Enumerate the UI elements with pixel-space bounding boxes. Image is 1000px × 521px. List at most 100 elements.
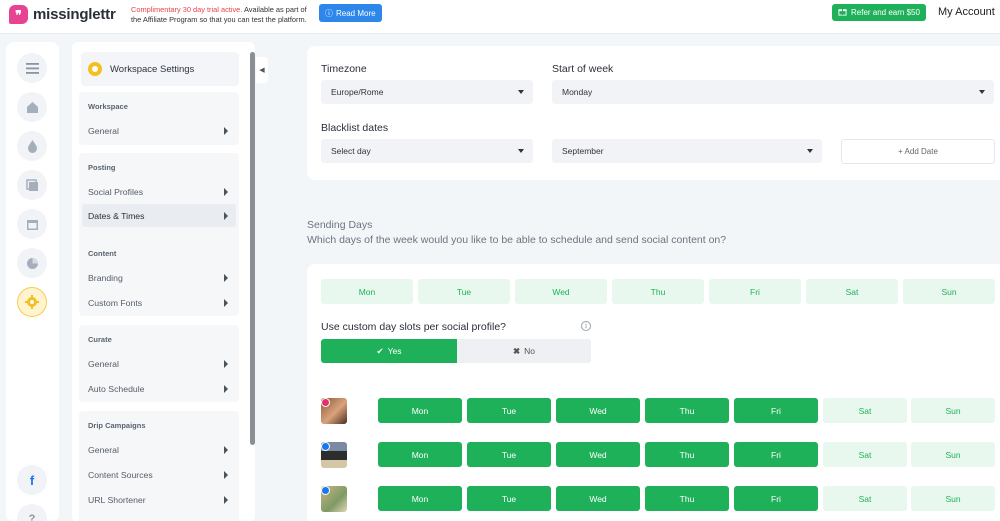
yes-label: Yes bbox=[387, 346, 402, 356]
info-icon[interactable]: i bbox=[581, 321, 591, 331]
read-more-button[interactable]: ⓘ Read More bbox=[319, 4, 382, 22]
add-date-button[interactable]: + Add Date bbox=[841, 139, 995, 164]
facebook-icon[interactable]: f bbox=[17, 465, 47, 495]
sidebar-scrollbar[interactable] bbox=[250, 52, 255, 445]
sidebar-item-label: Social Profiles bbox=[88, 186, 144, 197]
calendar-icon[interactable] bbox=[17, 209, 47, 239]
profile-day-wed[interactable]: Wed bbox=[556, 486, 640, 511]
profile-day-fri[interactable]: Fri bbox=[734, 442, 818, 467]
dropdown-arrow-icon bbox=[518, 149, 524, 153]
chart-icon[interactable] bbox=[17, 248, 47, 278]
global-day-thu[interactable]: Thu bbox=[612, 279, 704, 304]
global-day-sun[interactable]: Sun bbox=[903, 279, 995, 304]
sidebar-item-dates-times[interactable]: Dates & Times bbox=[82, 204, 236, 227]
caret-right-icon bbox=[224, 212, 228, 220]
global-day-fri[interactable]: Fri bbox=[709, 279, 801, 304]
profile-avatar bbox=[321, 486, 347, 512]
x-icon: ✖ bbox=[513, 345, 521, 356]
logo-icon: ❞ bbox=[9, 5, 28, 24]
global-day-mon[interactable]: Mon bbox=[321, 279, 413, 304]
trial-notice: Complimentary 30 day trial active. Avail… bbox=[131, 5, 313, 25]
sidebar-item-custom-fonts[interactable]: Custom Fonts bbox=[82, 291, 236, 314]
sidebar-item-branding[interactable]: Branding bbox=[82, 266, 236, 289]
group-drip-campaigns: Drip Campaigns General Content Sources U… bbox=[79, 411, 239, 521]
group-title: Curate bbox=[88, 335, 112, 344]
trial-highlight: Complimentary 30 day trial active. bbox=[131, 5, 243, 14]
profile-day-sun[interactable]: Sun bbox=[911, 398, 995, 423]
sidebar-item-curate-general[interactable]: General bbox=[82, 352, 236, 375]
start-of-week-select[interactable]: Monday bbox=[552, 80, 994, 104]
blacklist-day-value: Select day bbox=[331, 146, 371, 156]
global-day-tue[interactable]: Tue bbox=[418, 279, 510, 304]
profile-day-tue[interactable]: Tue bbox=[467, 486, 551, 511]
group-title: Drip Campaigns bbox=[88, 421, 146, 430]
brand-logo[interactable]: ❞ missinglettr bbox=[9, 5, 116, 24]
blacklist-dates-label: Blacklist dates bbox=[321, 122, 389, 134]
sidebar-item-url-shortener[interactable]: URL Shortener bbox=[82, 488, 236, 511]
profile-day-sat[interactable]: Sat bbox=[823, 398, 907, 423]
info-circle-icon: ⓘ bbox=[325, 8, 333, 18]
profile-day-mon[interactable]: Mon bbox=[378, 398, 462, 423]
sidebar-item-social-profiles[interactable]: Social Profiles bbox=[82, 180, 236, 203]
sidebar-item-label: Dates & Times bbox=[88, 210, 145, 221]
help-icon[interactable]: ? bbox=[17, 504, 47, 521]
timezone-select[interactable]: Europe/Rome bbox=[321, 80, 533, 104]
custom-slots-no-button[interactable]: ✖ No bbox=[457, 339, 591, 363]
sidebar-item-drip-general[interactable]: General bbox=[82, 438, 236, 461]
my-account-link[interactable]: My Account bbox=[938, 6, 995, 18]
profile-avatar bbox=[321, 398, 347, 424]
blacklist-month-select[interactable]: September bbox=[552, 139, 822, 163]
workspace-settings-header: Workspace Settings bbox=[81, 52, 239, 86]
collapse-sidebar-button[interactable]: ◀ bbox=[256, 57, 268, 83]
settings-gear-icon bbox=[88, 62, 102, 76]
profile-day-thu[interactable]: Thu bbox=[645, 442, 729, 467]
profile-day-thu[interactable]: Thu bbox=[645, 398, 729, 423]
profile-day-tue[interactable]: Tue bbox=[467, 442, 551, 467]
sidebar-item-label: General bbox=[88, 125, 119, 136]
profile-day-sat[interactable]: Sat bbox=[823, 442, 907, 467]
timezone-label: Timezone bbox=[321, 63, 367, 75]
profile-day-mon[interactable]: Mon bbox=[378, 486, 462, 511]
refer-button[interactable]: Refer and earn $50 bbox=[832, 4, 926, 21]
facebook-badge-icon bbox=[321, 486, 330, 495]
custom-slots-yes-button[interactable]: ✔ Yes bbox=[321, 339, 457, 363]
profile-day-wed[interactable]: Wed bbox=[556, 398, 640, 423]
caret-right-icon bbox=[224, 299, 228, 307]
drop-icon[interactable] bbox=[17, 131, 47, 161]
caret-right-icon bbox=[224, 471, 228, 479]
profile-avatar bbox=[321, 442, 347, 468]
menu-icon[interactable] bbox=[17, 53, 47, 83]
no-label: No bbox=[524, 346, 535, 356]
group-curate: Curate General Auto Schedule bbox=[79, 325, 239, 402]
check-icon: ✔ bbox=[376, 345, 384, 356]
profile-day-tue[interactable]: Tue bbox=[467, 398, 551, 423]
sidebar-item-label: Branding bbox=[88, 272, 123, 283]
global-day-sat[interactable]: Sat bbox=[806, 279, 898, 304]
gear-icon[interactable] bbox=[17, 287, 47, 317]
profile-day-fri[interactable]: Fri bbox=[734, 398, 818, 423]
profile-day-sun[interactable]: Sun bbox=[911, 486, 995, 511]
instagram-badge-icon bbox=[321, 398, 330, 407]
profile-day-sun[interactable]: Sun bbox=[911, 442, 995, 467]
caret-right-icon bbox=[224, 446, 228, 454]
caret-right-icon bbox=[224, 385, 228, 393]
profile-day-fri[interactable]: Fri bbox=[734, 486, 818, 511]
read-more-label: Read More bbox=[336, 8, 376, 18]
profile-day-wed[interactable]: Wed bbox=[556, 442, 640, 467]
gift-icon bbox=[838, 7, 847, 18]
profile-day-sat[interactable]: Sat bbox=[823, 486, 907, 511]
custom-slots-question: Use custom day slots per social profile? bbox=[321, 321, 506, 333]
profile-day-thu[interactable]: Thu bbox=[645, 486, 729, 511]
facebook-badge-icon bbox=[321, 442, 330, 451]
global-day-wed[interactable]: Wed bbox=[515, 279, 607, 304]
sidebar-item-auto-schedule[interactable]: Auto Schedule bbox=[82, 377, 236, 400]
sidebar-item-workspace-general[interactable]: General bbox=[82, 119, 236, 142]
copy-icon[interactable] bbox=[17, 170, 47, 200]
sidebar-item-label: URL Shortener bbox=[88, 494, 146, 505]
profile-day-mon[interactable]: Mon bbox=[378, 442, 462, 467]
group-title: Content bbox=[88, 249, 117, 258]
home-icon[interactable] bbox=[17, 92, 47, 122]
blacklist-day-select[interactable]: Select day bbox=[321, 139, 533, 163]
group-title: Posting bbox=[88, 163, 116, 172]
sidebar-item-content-sources[interactable]: Content Sources bbox=[82, 463, 236, 486]
